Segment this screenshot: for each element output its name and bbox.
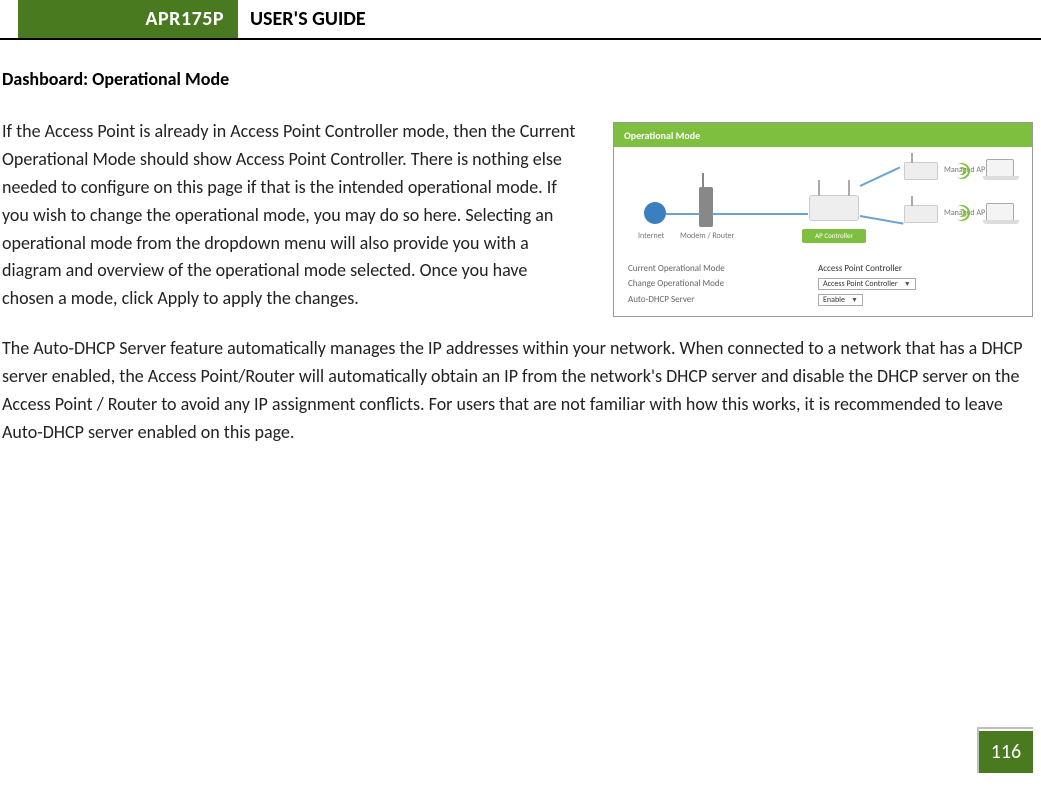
header-model-text: APR175P [145,7,224,31]
document-page: APR175P USER'S GUIDE Dashboard: Operatio… [0,0,1041,791]
setting-dropdown: Enable ▼ [818,294,1018,306]
figure-banner-text: Operational Mode [624,129,700,142]
setting-label: Auto-DHCP Server [628,294,818,306]
connection-line [712,213,808,215]
header-title-text: USER'S GUIDE [250,7,366,31]
router-icon [809,195,859,221]
content-area: Dashboard: Operational Mode Operational … [0,40,1041,447]
dropdown-value: Enable [823,295,845,305]
managed-ap-icon [904,162,938,180]
figure-banner: Operational Mode [614,123,1032,147]
figure-diagram: AP Controller Managed AP Managed AP [614,147,1032,255]
page-number-decoration [979,727,1033,729]
laptop-icon [986,159,1014,177]
wifi-icon [952,203,972,223]
page-number: 116 [991,740,1021,764]
header-bar: APR175P USER'S GUIDE [0,0,1041,40]
setting-dropdown: Access Point Controller ▼ [818,278,1018,290]
connection-line [666,213,700,215]
connection-line [860,215,904,225]
header-title: USER'S GUIDE [250,0,366,38]
modem-router-label: Modem / Router [680,231,734,241]
figure-settings: Current Operational Mode Access Point Co… [614,255,1032,316]
chevron-down-icon: ▼ [904,279,911,288]
chevron-down-icon: ▼ [851,295,858,304]
setting-value: Access Point Controller [818,263,1018,274]
body-wrap: Operational Mode AP Controller Managed A… [2,118,1039,447]
setting-label: Current Operational Mode [628,263,818,274]
dropdown-value: Access Point Controller [823,279,898,289]
page-number-box: 116 [979,731,1033,773]
internet-label: Internet [638,231,664,241]
ap-controller-badge: AP Controller [802,229,866,243]
operational-mode-figure: Operational Mode AP Controller Managed A… [613,122,1033,317]
laptop-icon [986,203,1014,221]
header-model-badge: APR175P [18,0,238,38]
setting-label: Change Operational Mode [628,278,818,290]
paragraph-2: The Auto-DHCP Server feature automatical… [2,335,1039,447]
wifi-icon [952,161,972,181]
modem-icon [699,187,713,227]
globe-icon [644,202,666,224]
connection-line [860,166,901,186]
managed-ap-icon [904,205,938,223]
section-title: Dashboard: Operational Mode [2,68,1039,90]
